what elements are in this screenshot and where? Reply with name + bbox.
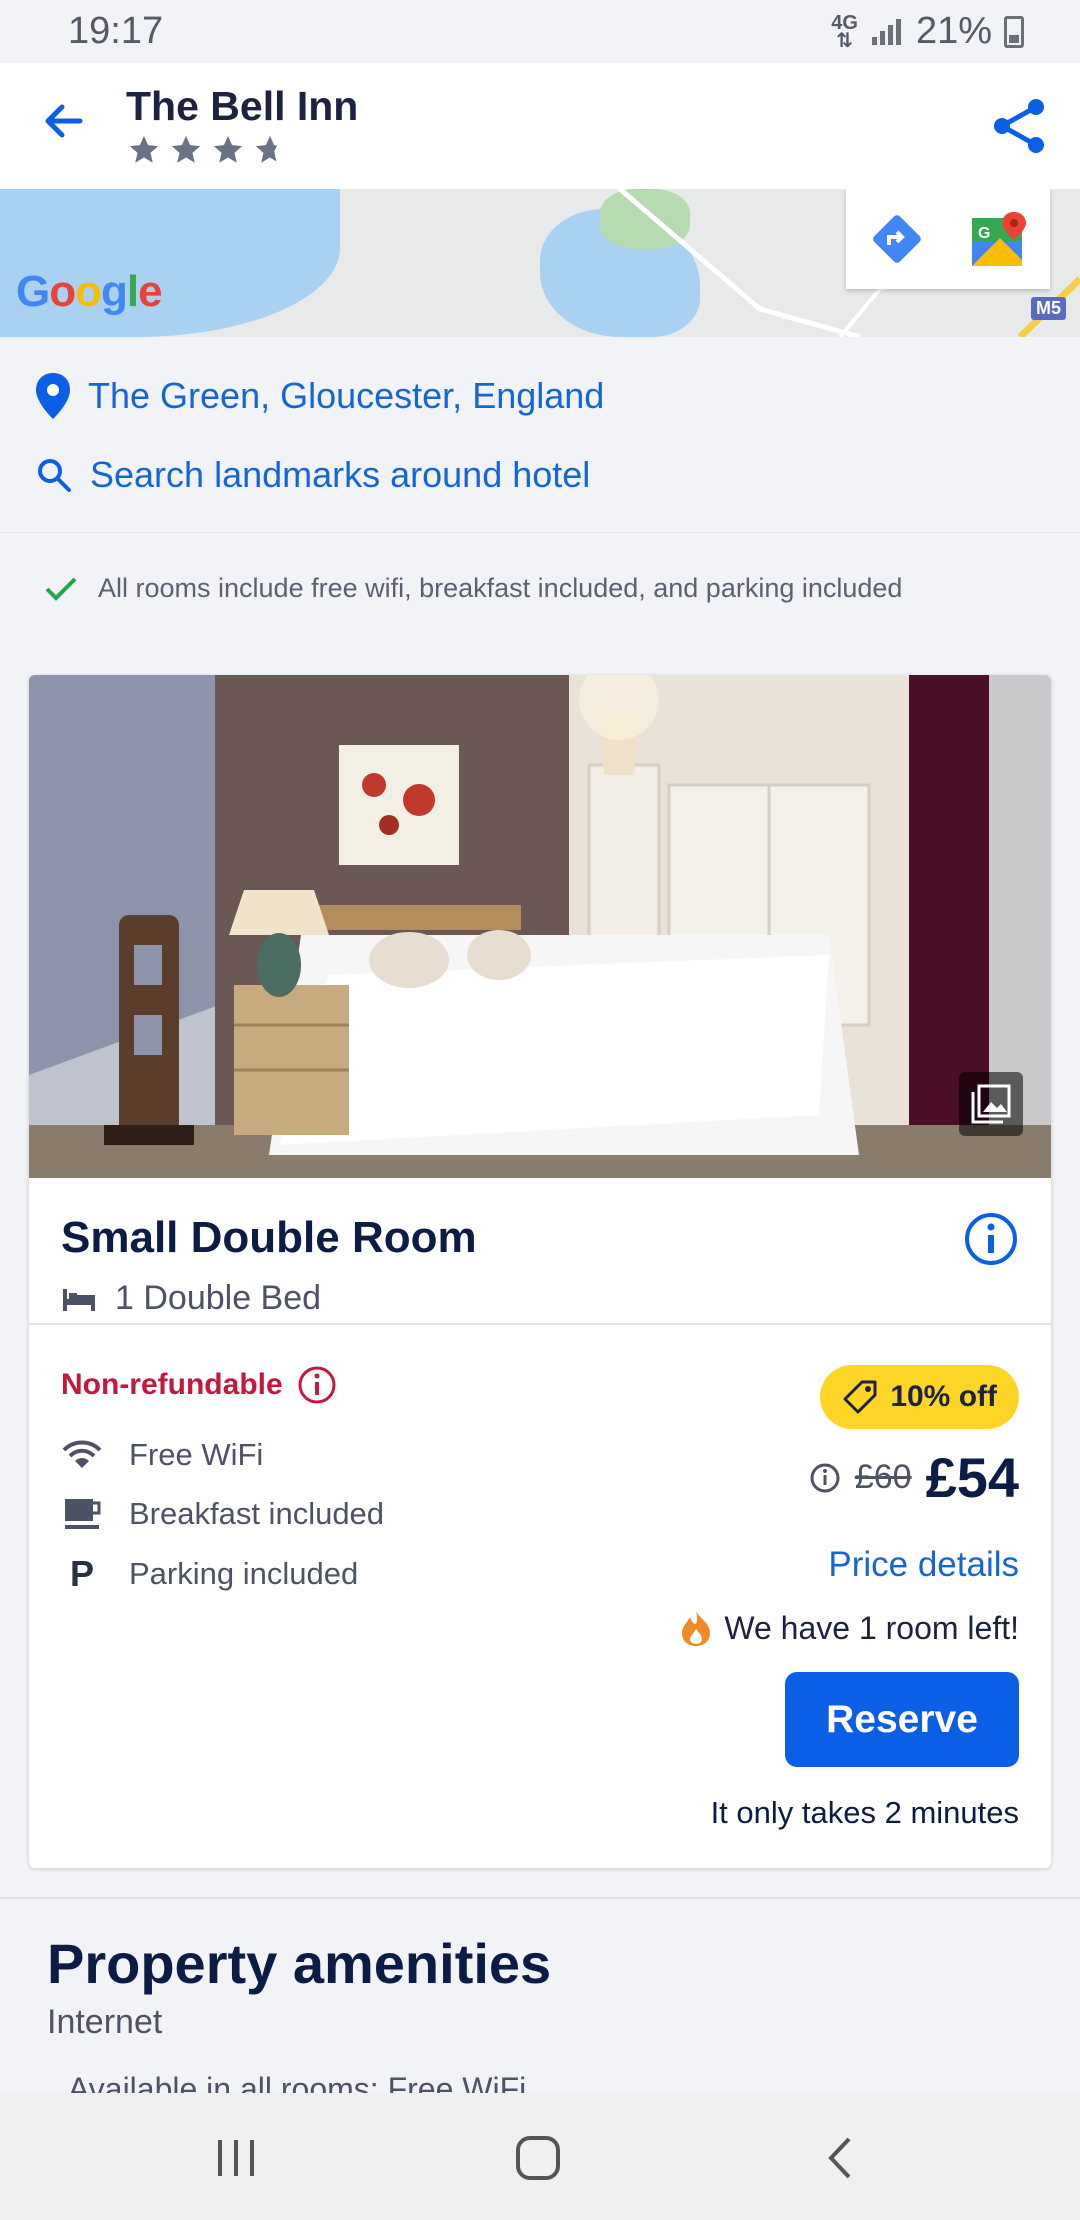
- map-buttons: G: [846, 189, 1050, 289]
- gallery-button[interactable]: [959, 1072, 1023, 1136]
- included-note-text: All rooms include free wifi, breakfast i…: [98, 573, 903, 603]
- share-icon[interactable]: [988, 95, 1050, 157]
- wifi-icon: [61, 1440, 103, 1470]
- recent-apps-button[interactable]: [196, 2123, 276, 2193]
- refund-policy[interactable]: Non-refundable: [61, 1365, 337, 1405]
- included-note-row: All rooms include free wifi, breakfast i…: [44, 573, 902, 604]
- bed-text: 1 Double Bed: [115, 1279, 322, 1317]
- google-maps-icon: G: [972, 212, 1026, 266]
- refund-policy-text: Non-refundable: [61, 1368, 283, 1401]
- gallery-icon: [971, 1084, 1011, 1124]
- recent-apps-icon: [218, 2140, 254, 2176]
- rooms-left-text: We have 1 room left!: [724, 1609, 1019, 1646]
- old-price: £60: [854, 1458, 912, 1496]
- home-button[interactable]: [498, 2123, 578, 2193]
- property-amenities-section: Property amenities Internet Available in…: [0, 1897, 1080, 2093]
- directions-icon: [873, 215, 921, 263]
- room-photo[interactable]: [29, 675, 1051, 1178]
- checkmark-icon: [45, 577, 77, 601]
- system-nav-bar: [0, 2093, 1080, 2220]
- room-name: Small Double Room: [61, 1213, 477, 1262]
- refund-info-icon: [298, 1366, 336, 1404]
- search-landmarks-link[interactable]: Search landmarks around hotel: [36, 454, 590, 496]
- star-icon: [129, 135, 159, 163]
- hotel-title: The Bell Inn: [126, 83, 359, 129]
- room-photo-image: [29, 675, 1051, 1178]
- price-tag-icon: [843, 1380, 877, 1414]
- rooms-left-notice: We have 1 room left!: [680, 1609, 1019, 1647]
- motorway-label: M5: [1030, 297, 1066, 320]
- location-pin-icon: [36, 373, 70, 419]
- divider: [29, 1323, 1051, 1325]
- app-header: The Bell Inn: [0, 63, 1080, 189]
- back-button[interactable]: [800, 2123, 880, 2193]
- home-icon: [516, 2136, 560, 2180]
- signal-icon: [871, 18, 901, 45]
- flame-icon: [682, 1611, 711, 1646]
- battery-icon: [1004, 15, 1024, 48]
- star-icon: [171, 135, 201, 163]
- half-star-icon: [255, 135, 278, 163]
- svg-text:G: G: [978, 225, 990, 242]
- star-rating: [126, 133, 288, 167]
- current-price: £54: [925, 1446, 1019, 1509]
- feature-label: Parking included: [129, 1556, 359, 1591]
- reserve-time-note: It only takes 2 minutes: [710, 1795, 1019, 1830]
- bed-info: 1 Double Bed: [61, 1279, 321, 1318]
- feature-breakfast: Breakfast included: [61, 1495, 384, 1533]
- back-arrow-icon[interactable]: [36, 93, 92, 149]
- coffee-icon: [61, 1495, 103, 1533]
- feature-label: Free WiFi: [129, 1437, 264, 1472]
- status-bar: 19:17 4G ⇅ 21%: [0, 0, 1080, 63]
- google-maps-button[interactable]: G: [948, 189, 1050, 289]
- price-details-link[interactable]: Price details: [828, 1545, 1019, 1585]
- status-icons: 4G ⇅ 21%: [831, 10, 1024, 53]
- room-card: Small Double Room 1 Double Bed Non-refun…: [29, 675, 1051, 1868]
- status-time: 19:17: [68, 10, 164, 52]
- address-link[interactable]: The Green, Gloucester, England: [36, 373, 604, 419]
- reserve-button[interactable]: Reserve: [785, 1672, 1019, 1767]
- map-preview[interactable]: Google G M5: [0, 189, 1080, 337]
- directions-button[interactable]: [846, 189, 948, 289]
- battery-percent: 21%: [915, 10, 992, 52]
- address-text: The Green, Gloucester, England: [88, 375, 605, 416]
- amenities-category: Internet: [47, 2003, 163, 2041]
- price-info-icon[interactable]: [809, 1462, 841, 1494]
- info-icon[interactable]: [963, 1211, 1019, 1267]
- search-icon: [38, 459, 71, 492]
- network-4g-icon: 4G ⇅: [831, 11, 858, 52]
- discount-badge: 10% off: [820, 1365, 1019, 1429]
- included-note: All rooms include free wifi, breakfast i…: [0, 532, 1080, 644]
- feature-parking: P Parking included: [61, 1553, 358, 1595]
- property-amenities-title: Property amenities: [47, 1932, 552, 1995]
- address-section: The Green, Gloucester, England Search la…: [0, 337, 1080, 532]
- feature-wifi: Free WiFi: [61, 1437, 263, 1473]
- search-landmarks-text: Search landmarks around hotel: [90, 454, 591, 495]
- parking-icon: P: [69, 1553, 94, 1594]
- price-row: £60 £54: [809, 1445, 1019, 1510]
- google-logo: Google: [16, 267, 163, 316]
- back-chevron-icon: [828, 2137, 851, 2179]
- amenities-line: Available in all rooms: Free WiFi: [68, 2071, 527, 2093]
- feature-label: Breakfast included: [129, 1496, 385, 1531]
- discount-text: 10% off: [890, 1380, 997, 1413]
- bed-icon: [63, 1288, 95, 1311]
- star-icon: [213, 135, 243, 163]
